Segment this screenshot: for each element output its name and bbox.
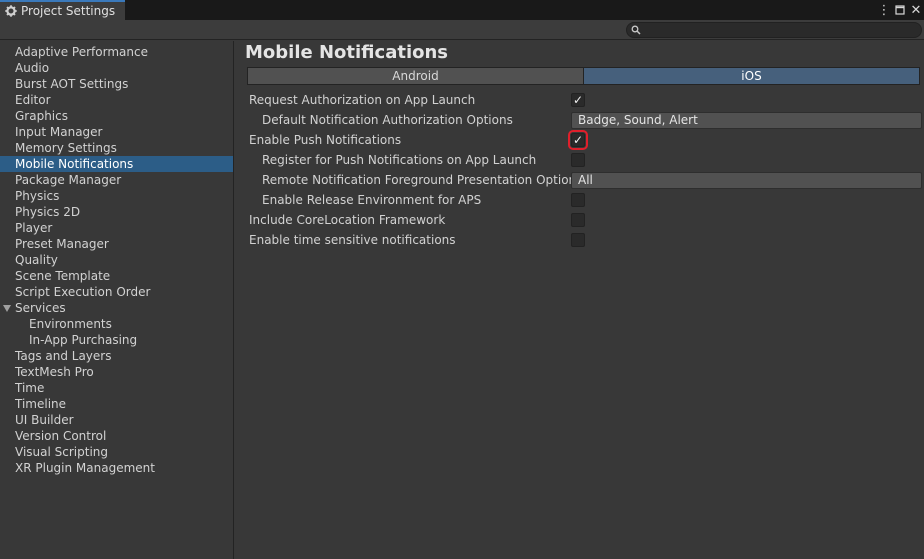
register-push-checkbox[interactable] bbox=[571, 153, 585, 167]
setting-label: Include CoreLocation Framework bbox=[249, 213, 446, 227]
sidebar-item-input-manager[interactable]: Input Manager bbox=[0, 124, 233, 140]
enable-push-checkbox[interactable]: ✓ bbox=[568, 130, 588, 150]
sidebar-item-memory-settings[interactable]: Memory Settings bbox=[0, 140, 233, 156]
setting-label: Enable Release Environment for APS bbox=[262, 193, 482, 207]
sidebar-item-textmesh-pro[interactable]: TextMesh Pro bbox=[0, 364, 233, 380]
sidebar-item-package-manager[interactable]: Package Manager bbox=[0, 172, 233, 188]
request-authorization-checkbox[interactable]: ✓ bbox=[571, 93, 585, 107]
maximize-icon[interactable] bbox=[894, 5, 906, 15]
close-icon[interactable]: ✕ bbox=[910, 3, 922, 18]
window-tab-bar: Project Settings ⋮ ✕ bbox=[0, 0, 924, 20]
project-settings-window: Project Settings ⋮ ✕ Adaptive Performanc… bbox=[0, 0, 924, 559]
setting-label: Enable Push Notifications bbox=[249, 133, 402, 147]
sidebar-item-burst-aot-settings[interactable]: Burst AOT Settings bbox=[0, 76, 233, 92]
sidebar-item-tags-and-layers[interactable]: Tags and Layers bbox=[0, 348, 233, 364]
setting-register-push: Register for Push Notifications on App L… bbox=[249, 151, 922, 169]
sidebar-item-editor[interactable]: Editor bbox=[0, 92, 233, 108]
window-controls: ⋮ ✕ bbox=[878, 1, 922, 19]
sidebar-item-graphics[interactable]: Graphics bbox=[0, 108, 233, 124]
expand-arrow-icon[interactable] bbox=[3, 305, 11, 312]
page-title: Mobile Notifications bbox=[245, 42, 449, 63]
sidebar-item-environments[interactable]: Environments bbox=[0, 316, 233, 332]
sidebar-item-in-app-purchasing[interactable]: In-App Purchasing bbox=[0, 332, 233, 348]
sidebar-item-audio[interactable]: Audio bbox=[0, 60, 233, 76]
setting-release-environment: Enable Release Environment for APS bbox=[249, 191, 922, 209]
sidebar-item-mobile-notifications[interactable]: Mobile Notifications bbox=[0, 156, 233, 172]
setting-remote-foreground: Remote Notification Foreground Presentat… bbox=[249, 171, 922, 189]
sidebar-item-timeline[interactable]: Timeline bbox=[0, 396, 233, 412]
remote-foreground-dropdown[interactable]: All bbox=[571, 172, 922, 189]
setting-label: Register for Push Notifications on App L… bbox=[262, 153, 537, 167]
more-options-icon[interactable]: ⋮ bbox=[878, 3, 891, 18]
tab-title: Project Settings bbox=[21, 4, 116, 18]
sidebar-item-services[interactable]: Services bbox=[0, 300, 233, 316]
search-icon bbox=[631, 25, 641, 35]
time-sensitive-checkbox[interactable] bbox=[571, 233, 585, 247]
sidebar-item-adaptive-performance[interactable]: Adaptive Performance bbox=[0, 44, 233, 60]
sidebar-item-xr-plugin-management[interactable]: XR Plugin Management bbox=[0, 460, 233, 476]
settings-sidebar: Adaptive Performance Audio Burst AOT Set… bbox=[0, 41, 234, 559]
gear-icon bbox=[4, 4, 18, 18]
sidebar-item-physics-2d[interactable]: Physics 2D bbox=[0, 204, 233, 220]
sidebar-item-version-control[interactable]: Version Control bbox=[0, 428, 233, 444]
sidebar-item-ui-builder[interactable]: UI Builder bbox=[0, 412, 233, 428]
tab-android[interactable]: Android bbox=[248, 68, 583, 84]
default-auth-options-dropdown[interactable]: Badge, Sound, Alert bbox=[571, 112, 922, 129]
setting-time-sensitive: Enable time sensitive notifications bbox=[249, 231, 922, 249]
platform-tabs: Android iOS bbox=[247, 67, 920, 85]
sidebar-item-label: Services bbox=[15, 301, 66, 315]
core-location-checkbox[interactable] bbox=[571, 213, 585, 227]
sidebar-item-physics[interactable]: Physics bbox=[0, 188, 233, 204]
setting-request-authorization: Request Authorization on App Launch ✓ bbox=[249, 91, 922, 109]
sidebar-item-quality[interactable]: Quality bbox=[0, 252, 233, 268]
setting-label: Default Notification Authorization Optio… bbox=[262, 113, 513, 127]
setting-core-location: Include CoreLocation Framework bbox=[249, 211, 922, 229]
project-settings-tab[interactable]: Project Settings bbox=[0, 0, 125, 20]
tab-ios[interactable]: iOS bbox=[583, 68, 919, 84]
sidebar-item-scene-template[interactable]: Scene Template bbox=[0, 268, 233, 284]
sidebar-item-time[interactable]: Time bbox=[0, 380, 233, 396]
search-input[interactable] bbox=[641, 23, 921, 37]
setting-label: Enable time sensitive notifications bbox=[249, 233, 456, 247]
sidebar-item-visual-scripting[interactable]: Visual Scripting bbox=[0, 444, 233, 460]
release-environment-checkbox[interactable] bbox=[571, 193, 585, 207]
setting-default-auth-options: Default Notification Authorization Optio… bbox=[249, 111, 922, 129]
settings-panel: Mobile Notifications Android iOS Request… bbox=[235, 41, 924, 559]
search-field[interactable] bbox=[626, 22, 922, 38]
setting-label: Request Authorization on App Launch bbox=[249, 93, 476, 107]
setting-enable-push: Enable Push Notifications ✓ bbox=[249, 130, 922, 150]
sidebar-item-player[interactable]: Player bbox=[0, 220, 233, 236]
setting-label: Remote Notification Foreground Presentat… bbox=[262, 173, 583, 187]
sidebar-item-script-execution-order[interactable]: Script Execution Order bbox=[0, 284, 233, 300]
settings-toolbar bbox=[0, 20, 924, 40]
sidebar-item-preset-manager[interactable]: Preset Manager bbox=[0, 236, 233, 252]
